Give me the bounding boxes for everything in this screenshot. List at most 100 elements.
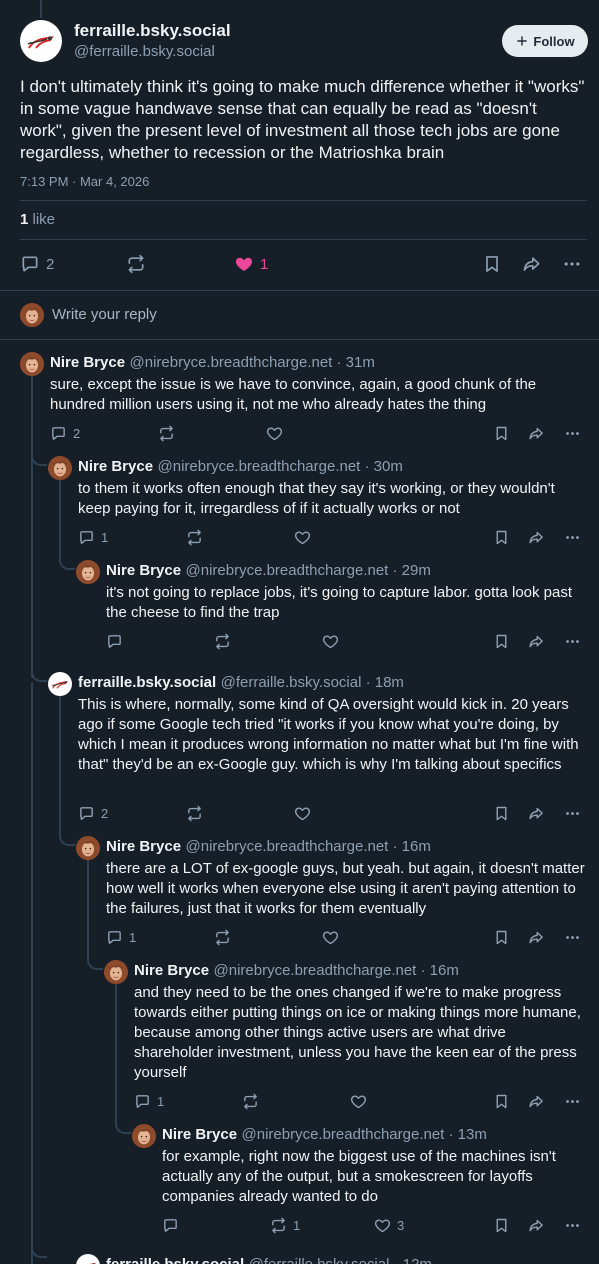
repost-button[interactable] <box>186 529 209 546</box>
share-button[interactable] <box>528 529 545 546</box>
like-button[interactable] <box>350 1093 373 1110</box>
share-button[interactable] <box>528 425 545 442</box>
reply-button[interactable] <box>162 1217 185 1234</box>
avatar[interactable] <box>76 836 100 860</box>
reply-post[interactable]: ferraille.bsky.social @ferraille.bsky.so… <box>76 1254 590 1264</box>
share-button[interactable] <box>528 633 545 650</box>
author-handle[interactable]: @ferraille.bsky.social <box>74 43 215 60</box>
repost-button[interactable] <box>214 633 237 650</box>
bookmark-button[interactable] <box>493 1093 510 1110</box>
more-options-button[interactable] <box>564 929 581 946</box>
avatar[interactable] <box>48 672 72 696</box>
post-timestamp[interactable]: 7:13 PM · Mar 4, 2026 <box>20 174 149 189</box>
reply-button[interactable]: 1 <box>106 929 136 946</box>
bookmark-button[interactable] <box>493 1217 510 1234</box>
repost-button[interactable] <box>126 254 146 274</box>
share-button[interactable] <box>528 805 545 822</box>
reply-header: ferraille.bsky.social @ferraille.bsky.so… <box>78 674 404 692</box>
like-button[interactable] <box>294 529 317 546</box>
repost-button[interactable]: 1 <box>270 1217 300 1234</box>
bookmark-button[interactable] <box>493 805 510 822</box>
share-button[interactable] <box>528 929 545 946</box>
reply-icon <box>78 805 95 822</box>
reply-button[interactable] <box>106 633 129 650</box>
reply-button[interactable]: 2 <box>78 805 108 822</box>
more-options-button[interactable] <box>564 1093 581 1110</box>
reply-button[interactable]: 1 <box>78 529 108 546</box>
share-icon <box>528 1217 545 1234</box>
avatar[interactable] <box>76 560 100 584</box>
like-button[interactable] <box>294 805 317 822</box>
bookmark-button[interactable] <box>493 425 510 442</box>
reply-button[interactable]: 1 <box>134 1093 164 1110</box>
reply-header: Nire Bryce @nirebryce.breadthcharge.net … <box>106 562 431 580</box>
more-options-button[interactable] <box>564 633 581 650</box>
avatar[interactable] <box>48 456 72 480</box>
reply-author[interactable]: Nire Bryce <box>106 838 181 855</box>
bookmark-button[interactable] <box>493 529 510 546</box>
more-icon <box>564 805 581 822</box>
repost-icon <box>186 529 203 546</box>
bookmark-button[interactable] <box>493 929 510 946</box>
bookmark-icon <box>493 529 510 546</box>
reply-author[interactable]: Nire Bryce <box>106 562 181 579</box>
reply-actions: 2 <box>78 803 584 823</box>
more-options-button[interactable] <box>564 529 581 546</box>
bookmark-icon <box>493 1217 510 1234</box>
reply-author[interactable]: ferraille.bsky.social <box>106 1256 244 1264</box>
reply-meta[interactable]: @nirebryce.breadthcharge.net · 13m <box>242 1126 487 1143</box>
reply-author[interactable]: Nire Bryce <box>78 458 153 475</box>
like-button[interactable] <box>322 929 345 946</box>
like-button[interactable] <box>322 633 345 650</box>
repost-button[interactable] <box>158 425 181 442</box>
reply-actions: 2 <box>50 423 584 443</box>
share-button[interactable] <box>528 1217 545 1234</box>
avatar <box>20 303 44 327</box>
likes-summary[interactable]: 1 like <box>20 211 55 228</box>
share-button[interactable] <box>528 1093 545 1110</box>
author-display-name[interactable]: ferraille.bsky.social <box>74 21 231 41</box>
avatar[interactable] <box>76 1254 100 1264</box>
like-button[interactable]: 1 <box>234 254 268 274</box>
bookmark-button[interactable] <box>493 633 510 650</box>
follow-button[interactable]: Follow <box>502 25 588 57</box>
repost-button[interactable] <box>242 1093 265 1110</box>
like-button[interactable]: 3 <box>374 1217 404 1234</box>
reply-author[interactable]: Nire Bryce <box>50 354 125 371</box>
pliers-logo-icon <box>77 1255 99 1264</box>
reply-meta[interactable]: @nirebryce.breadthcharge.net · 29m <box>186 562 431 579</box>
more-options-button[interactable] <box>562 254 582 274</box>
reply-button[interactable]: 2 <box>50 425 80 442</box>
avatar[interactable] <box>104 960 128 984</box>
plus-icon <box>515 34 529 48</box>
reply-header: Nire Bryce @nirebryce.breadthcharge.net … <box>78 458 403 476</box>
share-button[interactable] <box>522 254 542 274</box>
reply-meta[interactable]: @ferraille.bsky.social · 18m <box>221 674 404 691</box>
reply-author[interactable]: ferraille.bsky.social <box>78 674 216 691</box>
more-options-button[interactable] <box>564 1217 581 1234</box>
like-button[interactable] <box>266 425 289 442</box>
reply-meta[interactable]: @nirebryce.breadthcharge.net · 30m <box>158 458 403 475</box>
avatar[interactable] <box>20 20 62 62</box>
reply-composer[interactable]: Write your reply <box>0 291 599 339</box>
reply-meta[interactable]: @nirebryce.breadthcharge.net · 16m <box>186 838 431 855</box>
reply-meta[interactable]: @ferraille.bsky.social · 12m <box>249 1256 432 1264</box>
more-options-button[interactable] <box>564 425 581 442</box>
reply-button[interactable]: 2 <box>20 254 54 274</box>
reply-header: Nire Bryce @nirebryce.breadthcharge.net … <box>162 1126 487 1144</box>
reply-meta[interactable]: @nirebryce.breadthcharge.net · 16m <box>214 962 459 979</box>
repost-button[interactable] <box>186 805 209 822</box>
avatar[interactable] <box>132 1124 156 1148</box>
reply-icon <box>134 1093 151 1110</box>
user-avatar-icon <box>76 836 100 860</box>
repost-icon <box>186 805 203 822</box>
avatar[interactable] <box>20 352 44 376</box>
reply-author[interactable]: Nire Bryce <box>162 1126 237 1143</box>
more-options-button[interactable] <box>564 805 581 822</box>
reply-meta[interactable]: @nirebryce.breadthcharge.net · 31m <box>130 354 375 371</box>
repost-button[interactable] <box>214 929 237 946</box>
reply-author[interactable]: Nire Bryce <box>134 962 209 979</box>
bookmark-button[interactable] <box>482 254 502 274</box>
reply-text: it's not going to replace jobs, it's goi… <box>106 584 573 621</box>
likes-count: 1 <box>20 211 29 228</box>
